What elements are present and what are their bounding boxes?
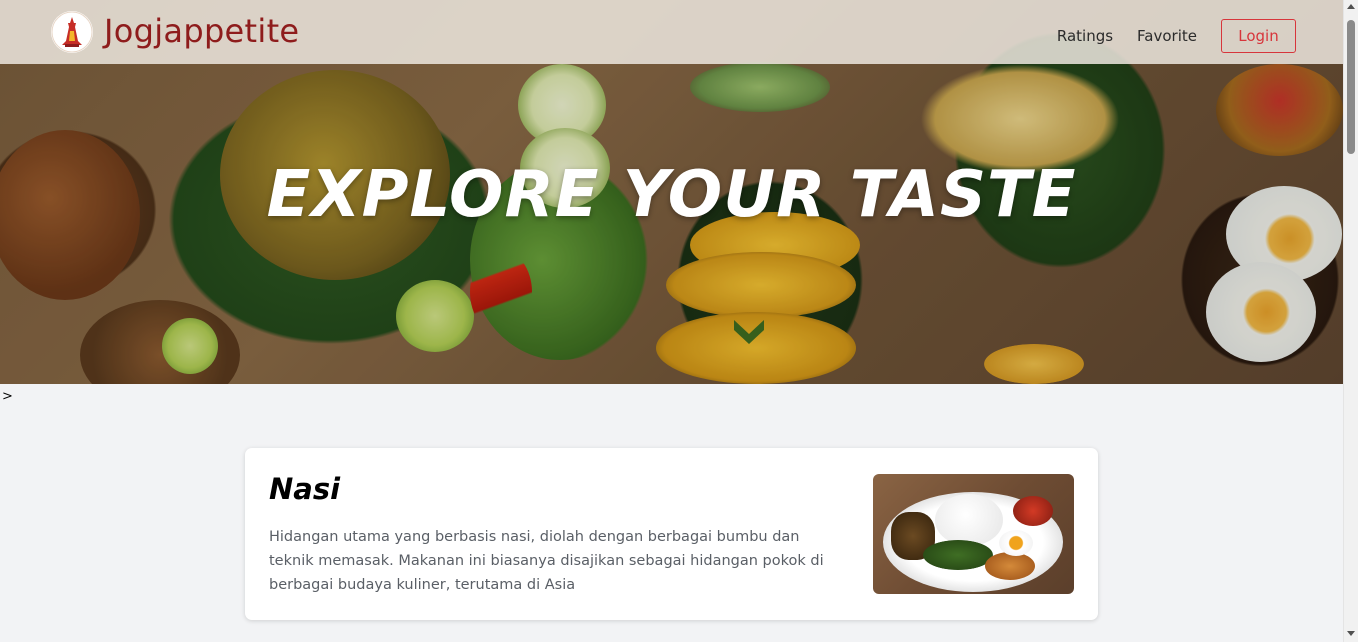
card-title: Nasi bbox=[269, 472, 341, 506]
dish-sambal bbox=[1013, 496, 1053, 526]
category-card[interactable]: Nasi Hidangan utama yang berbasis nasi, … bbox=[245, 448, 1098, 620]
nav-link-ratings[interactable]: Ratings bbox=[1057, 27, 1113, 45]
hero-title: EXPLORE YOUR TASTE bbox=[266, 158, 1077, 232]
dish-greens bbox=[923, 540, 993, 570]
brand-name[interactable]: Jogjappetite bbox=[104, 12, 299, 50]
card-image bbox=[873, 474, 1074, 594]
dish-egg bbox=[999, 530, 1033, 556]
scrollbar-thumb[interactable] bbox=[1347, 20, 1355, 154]
stray-text: > bbox=[2, 389, 13, 404]
logo-icon[interactable] bbox=[51, 11, 93, 53]
vertical-scrollbar[interactable] bbox=[1343, 0, 1358, 642]
login-button[interactable]: Login bbox=[1221, 19, 1296, 53]
chevron-down-icon[interactable] bbox=[732, 314, 766, 348]
nav-link-favorite[interactable]: Favorite bbox=[1137, 27, 1197, 45]
scroll-up-icon[interactable] bbox=[1347, 4, 1355, 9]
dish-crackers bbox=[985, 552, 1035, 580]
navbar: Jogjappetite Ratings Favorite Login bbox=[0, 0, 1343, 64]
dish-rice bbox=[935, 494, 1003, 546]
scroll-down-icon[interactable] bbox=[1347, 631, 1355, 636]
card-description: Hidangan utama yang berbasis nasi, diola… bbox=[269, 529, 824, 593]
main-nav: Ratings Favorite Login bbox=[1057, 19, 1296, 53]
